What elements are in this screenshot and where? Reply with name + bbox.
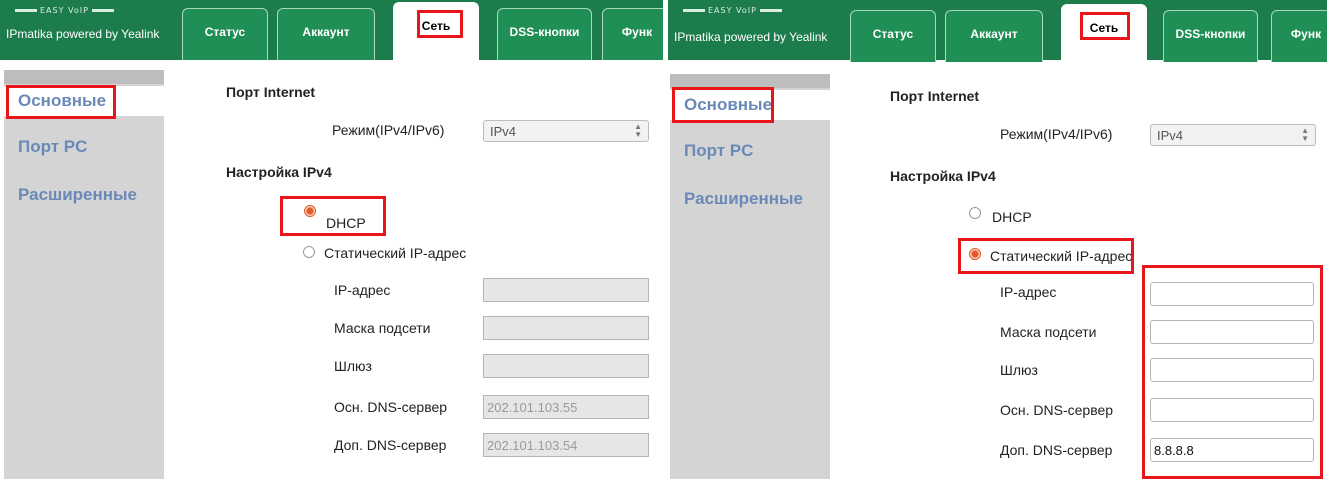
secondary-dns-label: Доп. DNS-сервер (1000, 442, 1113, 458)
secondary-dns-label: Доп. DNS-сервер (334, 437, 447, 453)
subnet-mask-label: Маска подсети (1000, 324, 1097, 340)
ip-address-label: IP-адрес (1000, 284, 1057, 300)
mode-select[interactable]: IPv4 ▲ ▼ (483, 120, 649, 142)
mode-label: Режим(IPv4/IPv6) (1000, 126, 1113, 142)
ipv4-settings-title: Настройка IPv4 (226, 164, 332, 180)
sidebar: Основные Порт PC Расширенные (4, 70, 164, 479)
sidebar-item-pc-port[interactable]: Порт PC (4, 132, 164, 162)
tab-network[interactable]: Сеть (1061, 4, 1147, 62)
gateway-label: Шлюз (1000, 362, 1038, 378)
gateway-field[interactable] (1150, 358, 1314, 382)
subnet-mask-field (483, 316, 649, 340)
primary-dns-field: 202.101.103.55 (483, 395, 649, 419)
sidebar-item-basic[interactable]: Основные (670, 90, 830, 120)
gateway-field (483, 354, 649, 378)
sidebar-item-pc-port[interactable]: Порт PC (670, 136, 830, 166)
mode-select[interactable]: IPv4 ▲ ▼ (1150, 124, 1316, 146)
static-ip-radio[interactable] (969, 248, 981, 260)
screenshot-static-ip: EASY VoIP IPmatika powered by Yealink Ст… (668, 0, 1327, 479)
tab-account[interactable]: Аккаунт (277, 8, 375, 60)
internet-port-title: Порт Internet (226, 84, 316, 100)
easy-voip-logo: EASY VoIP (12, 6, 117, 15)
network-settings: Порт Internet Режим(IPv4/IPv6) IPv4 ▲ ▼ Н… (180, 60, 663, 479)
tab-features[interactable]: Функ (1271, 10, 1327, 62)
network-settings: Порт Internet Режим(IPv4/IPv6) IPv4 ▲ ▼ Н… (846, 64, 1327, 479)
secondary-dns-field: 202.101.103.54 (483, 433, 649, 457)
dhcp-radio[interactable] (304, 205, 316, 217)
ip-address-field[interactable] (1150, 282, 1314, 306)
brand-name: IPmatika powered by Yealink (6, 27, 160, 41)
tab-network[interactable]: Сеть (393, 2, 479, 60)
gateway-label: Шлюз (334, 358, 372, 374)
secondary-dns-field[interactable]: 8.8.8.8 (1150, 438, 1314, 462)
tab-features[interactable]: Функ (602, 8, 663, 60)
primary-dns-label: Осн. DNS-сервер (334, 399, 448, 415)
ip-address-label: IP-адрес (334, 282, 391, 298)
tab-status[interactable]: Статус (850, 10, 936, 62)
sidebar-item-basic[interactable]: Основные (4, 86, 164, 116)
sidebar: Основные Порт PC Расширенные (670, 74, 830, 479)
static-ip-label: Статический IP-адрес (324, 245, 467, 261)
tab-dss-keys[interactable]: DSS-кнопки (497, 8, 592, 60)
dhcp-radio[interactable] (969, 207, 981, 219)
screenshot-dhcp: EASY VoIP IPmatika powered by Yealink Ст… (0, 0, 663, 479)
dhcp-label: DHCP (326, 215, 366, 231)
top-header: EASY VoIP IPmatika powered by Yealink Ст… (0, 0, 663, 60)
primary-dns-label: Осн. DNS-сервер (1000, 402, 1114, 418)
easy-voip-logo: EASY VoIP (680, 6, 785, 15)
top-header: EASY VoIP IPmatika powered by Yealink Ст… (668, 0, 1327, 62)
sidebar-item-advanced[interactable]: Расширенные (4, 180, 164, 210)
static-ip-radio[interactable] (303, 246, 315, 258)
primary-dns-field[interactable] (1150, 398, 1314, 422)
brand-name: IPmatika powered by Yealink (674, 30, 828, 44)
tab-account[interactable]: Аккаунт (945, 10, 1043, 62)
static-ip-label: Статический IP-адрес (990, 248, 1133, 264)
ip-address-field (483, 278, 649, 302)
internet-port-title: Порт Internet (890, 88, 980, 104)
subnet-mask-field[interactable] (1150, 320, 1314, 344)
subnet-mask-label: Маска подсети (334, 320, 431, 336)
spinner-arrows-icon: ▲ ▼ (1301, 126, 1309, 143)
tab-dss-keys[interactable]: DSS-кнопки (1163, 10, 1258, 62)
sidebar-item-advanced[interactable]: Расширенные (670, 184, 830, 214)
ipv4-settings-title: Настройка IPv4 (890, 168, 996, 184)
mode-label: Режим(IPv4/IPv6) (332, 122, 445, 138)
dhcp-label: DHCP (992, 209, 1032, 225)
tab-status[interactable]: Статус (182, 8, 268, 60)
spinner-arrows-icon: ▲ ▼ (634, 122, 642, 139)
